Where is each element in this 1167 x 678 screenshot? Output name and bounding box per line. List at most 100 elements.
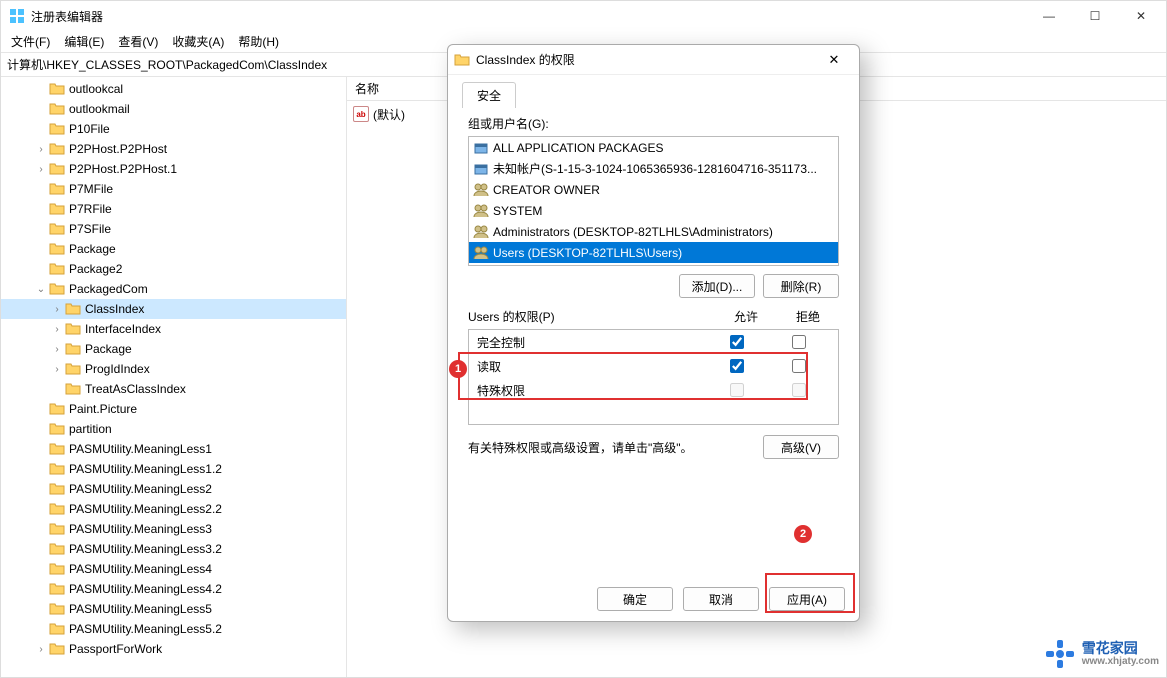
chevron-icon[interactable]: › xyxy=(33,164,49,175)
tree-item[interactable]: partition xyxy=(1,419,346,439)
chevron-icon[interactable]: › xyxy=(49,344,65,355)
dialog-close-button[interactable]: ✕ xyxy=(815,46,853,74)
user-icon xyxy=(473,203,489,219)
tree-label: P7MFile xyxy=(69,182,113,196)
folder-icon xyxy=(49,481,65,497)
ok-button[interactable]: 确定 xyxy=(597,587,673,611)
add-button[interactable]: 添加(D)... xyxy=(679,274,755,298)
tree-label: PASMUtility.MeaningLess2.2 xyxy=(69,502,222,516)
tree-item[interactable]: PASMUtility.MeaningLess2 xyxy=(1,479,346,499)
hint-text: 有关特殊权限或高级设置，请单击"高级"。 xyxy=(468,439,763,456)
tree-item[interactable]: ›PassportForWork xyxy=(1,639,346,659)
deny-checkbox[interactable] xyxy=(792,335,806,349)
tree-item[interactable]: › ProgIdIndex xyxy=(1,359,346,379)
tree-item[interactable]: outlookcal xyxy=(1,79,346,99)
tree-label: PASMUtility.MeaningLess5.2 xyxy=(69,622,222,636)
tree-item[interactable]: Paint.Picture xyxy=(1,399,346,419)
tree-item[interactable]: ›ClassIndex xyxy=(1,299,346,319)
cancel-button[interactable]: 取消 xyxy=(683,587,759,611)
user-icon xyxy=(473,224,489,240)
tree-item[interactable]: TreatAsClassIndex xyxy=(1,379,346,399)
menu-file[interactable]: 文件(F) xyxy=(5,31,56,52)
tree-item[interactable]: PASMUtility.MeaningLess2.2 xyxy=(1,499,346,519)
tree-label: Package2 xyxy=(69,262,122,276)
user-row[interactable]: Administrators (DESKTOP-82TLHLS\Administ… xyxy=(469,221,838,242)
chevron-icon[interactable]: › xyxy=(49,364,65,375)
menu-view[interactable]: 查看(V) xyxy=(112,31,164,52)
user-label: 未知帐户(S-1-15-3-1024-1065365936-1281604716… xyxy=(493,160,817,177)
minimize-button[interactable]: — xyxy=(1026,1,1072,31)
address-text: 计算机\HKEY_CLASSES_ROOT\PackagedCom\ClassI… xyxy=(7,56,327,73)
tree-item[interactable]: PASMUtility.MeaningLess4.2 xyxy=(1,579,346,599)
user-row[interactable]: Users (DESKTOP-82TLHLS\Users) xyxy=(469,242,838,263)
chevron-icon[interactable]: › xyxy=(49,324,65,335)
user-label: Users (DESKTOP-82TLHLS\Users) xyxy=(493,246,682,260)
user-row[interactable]: ALL APPLICATION PACKAGES xyxy=(469,137,838,158)
permission-name: 完全控制 xyxy=(477,334,706,351)
tree-item[interactable]: PASMUtility.MeaningLess1 xyxy=(1,439,346,459)
user-icon xyxy=(473,140,489,156)
tree-item[interactable]: PASMUtility.MeaningLess5.2 xyxy=(1,619,346,639)
user-list[interactable]: ALL APPLICATION PACKAGES 未知帐户(S-1-15-3-10… xyxy=(468,136,839,266)
tree-item[interactable]: PASMUtility.MeaningLess5 xyxy=(1,599,346,619)
folder-icon xyxy=(49,401,65,417)
folder-icon xyxy=(49,201,65,217)
tree-item[interactable]: PASMUtility.MeaningLess3 xyxy=(1,519,346,539)
tree-label: partition xyxy=(69,422,112,436)
remove-button[interactable]: 删除(R) xyxy=(763,274,839,298)
callout-box-apply xyxy=(765,573,855,613)
tree-label: PASMUtility.MeaningLess3.2 xyxy=(69,542,222,556)
tree-item[interactable]: P7RFile xyxy=(1,199,346,219)
maximize-button[interactable]: ☐ xyxy=(1072,1,1118,31)
tree-label: PASMUtility.MeaningLess4 xyxy=(69,562,212,576)
folder-icon xyxy=(49,441,65,457)
tree-item[interactable]: Package2 xyxy=(1,259,346,279)
tree-label: ProgIdIndex xyxy=(85,362,150,376)
tree-item[interactable]: PASMUtility.MeaningLess4 xyxy=(1,559,346,579)
chevron-icon[interactable]: › xyxy=(33,144,49,155)
menu-edit[interactable]: 编辑(E) xyxy=(58,31,110,52)
folder-icon xyxy=(49,561,65,577)
chevron-icon[interactable]: › xyxy=(49,304,65,315)
menu-help[interactable]: 帮助(H) xyxy=(232,31,285,52)
column-name[interactable]: 名称 xyxy=(347,80,387,97)
user-label: CREATOR OWNER xyxy=(493,183,600,197)
watermark-logo-icon xyxy=(1044,638,1076,670)
advanced-button[interactable]: 高级(V) xyxy=(763,435,839,459)
folder-icon xyxy=(49,421,65,437)
permission-row: 完全控制 xyxy=(469,330,838,354)
folder-icon xyxy=(49,541,65,557)
tab-security[interactable]: 安全 xyxy=(462,82,516,108)
value-name: (默认) xyxy=(373,106,405,123)
tree-item[interactable]: ›P2PHost.P2PHost.1 xyxy=(1,159,346,179)
tree-pane[interactable]: outlookcaloutlookmailP10File›P2PHost.P2P… xyxy=(1,77,347,677)
tree-item[interactable]: P7MFile xyxy=(1,179,346,199)
tree-item[interactable]: PASMUtility.MeaningLess1.2 xyxy=(1,459,346,479)
tree-item[interactable]: P10File xyxy=(1,119,346,139)
tree-label: PASMUtility.MeaningLess1 xyxy=(69,442,212,456)
user-icon xyxy=(473,245,489,261)
allow-checkbox[interactable] xyxy=(730,335,744,349)
tree-item[interactable]: ⌄PackagedCom xyxy=(1,279,346,299)
tree-item[interactable]: Package xyxy=(1,239,346,259)
tab-strip: 安全 xyxy=(448,75,859,105)
folder-icon xyxy=(49,81,65,97)
watermark-text: 雪花家园 xyxy=(1082,641,1159,656)
user-row[interactable]: CREATOR OWNER xyxy=(469,179,838,200)
tree-item[interactable]: ›Package xyxy=(1,339,346,359)
tree-item[interactable]: PASMUtility.MeaningLess3.2 xyxy=(1,539,346,559)
tree-label: Package xyxy=(69,242,116,256)
tree-item[interactable]: P7SFile xyxy=(1,219,346,239)
chevron-icon[interactable]: ⌄ xyxy=(33,284,49,295)
tree-item[interactable]: outlookmail xyxy=(1,99,346,119)
permissions-header: Users 的权限(P) 允许 拒绝 xyxy=(468,308,839,325)
close-button[interactable]: ✕ xyxy=(1118,1,1164,31)
user-row[interactable]: SYSTEM xyxy=(469,200,838,221)
chevron-icon[interactable]: › xyxy=(33,644,49,655)
folder-icon xyxy=(49,241,65,257)
user-row[interactable]: 未知帐户(S-1-15-3-1024-1065365936-1281604716… xyxy=(469,158,838,179)
menu-favorites[interactable]: 收藏夹(A) xyxy=(166,31,230,52)
tree-item[interactable]: ›InterfaceIndex xyxy=(1,319,346,339)
callout-box-permissions xyxy=(458,352,808,400)
tree-item[interactable]: ›P2PHost.P2PHost xyxy=(1,139,346,159)
